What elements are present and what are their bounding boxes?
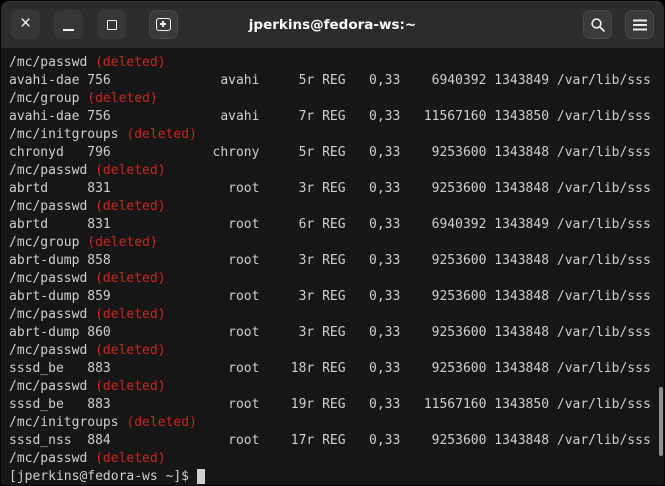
terminal-line: avahi-dae 756 avahi 5r REG 0,33 6940392 … <box>9 72 664 90</box>
terminal-line: abrtd 831 root 6r REG 0,33 6940392 13438… <box>9 216 664 234</box>
terminal-line-wrap: /mc/initgroups (deleted) <box>9 126 664 144</box>
deleted-text: (deleted) <box>95 343 166 358</box>
deleted-text: (deleted) <box>95 451 166 466</box>
line-text: /mc/passwd <box>9 307 96 322</box>
line-text: /mc/passwd <box>9 271 96 286</box>
deleted-text: (deleted) <box>126 415 197 430</box>
terminal-line: sssd_be 883 root 18r REG 0,33 9253600 13… <box>9 360 664 378</box>
line-text: /mc/passwd <box>9 163 96 178</box>
terminal-line-wrap: /mc/passwd (deleted) <box>9 54 664 72</box>
terminal-line-wrap: /mc/initgroups (deleted) <box>9 414 664 432</box>
terminal-line-wrap: /mc/passwd (deleted) <box>9 198 664 216</box>
hamburger-menu-icon <box>632 23 647 26</box>
line-text: sssd_be 883 root 19r REG 0,33 11567160 1… <box>9 397 651 412</box>
minimize-button[interactable] <box>54 10 83 39</box>
terminal-window: × jperkins@fedora-ws:~ /mc/passwd (delet… <box>0 0 665 486</box>
terminal-line-wrap: /mc/passwd (deleted) <box>9 306 664 324</box>
deleted-text: (deleted) <box>95 55 166 70</box>
line-text: avahi-dae 756 avahi 5r REG 0,33 6940392 … <box>9 73 651 88</box>
close-button[interactable]: × <box>11 10 40 39</box>
line-text: chronyd 796 chrony 5r REG 0,33 9253600 1… <box>9 145 651 160</box>
deleted-text: (deleted) <box>95 271 166 286</box>
line-text: sssd_be 883 root 18r REG 0,33 9253600 13… <box>9 361 651 376</box>
prompt-line: [jperkins@fedora-ws ~]$ <box>9 468 664 485</box>
maximize-icon <box>106 19 117 30</box>
line-text: /mc/initgroups <box>9 127 127 142</box>
terminal-cursor <box>196 469 205 484</box>
terminal-line-wrap: /mc/passwd (deleted) <box>9 270 664 288</box>
new-tab-button[interactable] <box>149 10 178 39</box>
terminal-output: /mc/passwd (deleted) avahi-dae 756 avahi … <box>9 54 664 468</box>
terminal-line: abrt-dump 859 root 3r REG 0,33 9253600 1… <box>9 288 664 306</box>
close-icon: × <box>19 13 32 34</box>
line-text: abrtd 831 root 6r REG 0,33 6940392 13438… <box>9 217 651 232</box>
titlebar-left-controls: × <box>11 10 178 39</box>
titlebar-right-controls <box>583 10 654 39</box>
line-text: /mc/passwd <box>9 55 96 70</box>
deleted-text: (deleted) <box>87 91 158 106</box>
deleted-text: (deleted) <box>95 307 166 322</box>
titlebar[interactable]: × jperkins@fedora-ws:~ <box>1 1 664 49</box>
deleted-text: (deleted) <box>87 235 158 250</box>
window-title: jperkins@fedora-ws:~ <box>248 16 417 33</box>
terminal-line-wrap: /mc/group (deleted) <box>9 90 664 108</box>
terminal-line-wrap: /mc/passwd (deleted) <box>9 450 664 468</box>
terminal-line: avahi-dae 756 avahi 7r REG 0,33 11567160… <box>9 108 664 126</box>
line-text: /mc/passwd <box>9 451 96 466</box>
prompt-text: [jperkins@fedora-ws ~]$ <box>9 469 197 484</box>
line-text: /mc/passwd <box>9 343 96 358</box>
terminal-body[interactable]: /mc/passwd (deleted) avahi-dae 756 avahi … <box>1 49 664 485</box>
line-text: /mc/initgroups <box>9 415 127 430</box>
terminal-line: sssd_nss 884 root 17r REG 0,33 9253600 1… <box>9 432 664 450</box>
search-icon <box>590 17 605 32</box>
line-text: /mc/group <box>9 91 88 106</box>
terminal-line-wrap: /mc/passwd (deleted) <box>9 342 664 360</box>
terminal-line: abrt-dump 860 root 3r REG 0,33 9253600 1… <box>9 324 664 342</box>
terminal-line: abrt-dump 858 root 3r REG 0,33 9253600 1… <box>9 252 664 270</box>
line-text: abrt-dump 859 root 3r REG 0,33 9253600 1… <box>9 289 651 304</box>
terminal-line: chronyd 796 chrony 5r REG 0,33 9253600 1… <box>9 144 664 162</box>
line-text: abrt-dump 860 root 3r REG 0,33 9253600 1… <box>9 325 651 340</box>
line-text: /mc/passwd <box>9 199 96 214</box>
search-button[interactable] <box>583 10 612 39</box>
maximize-button[interactable] <box>97 10 126 39</box>
line-text: /mc/group <box>9 235 88 250</box>
line-text: avahi-dae 756 avahi 7r REG 0,33 11567160… <box>9 109 651 124</box>
deleted-text: (deleted) <box>95 199 166 214</box>
terminal-line-wrap: /mc/passwd (deleted) <box>9 162 664 180</box>
deleted-text: (deleted) <box>95 163 166 178</box>
terminal-line: sssd_be 883 root 19r REG 0,33 11567160 1… <box>9 396 664 414</box>
new-tab-icon <box>156 18 171 31</box>
scrollbar-thumb[interactable] <box>659 387 663 456</box>
terminal-line-wrap: /mc/group (deleted) <box>9 234 664 252</box>
line-text: sssd_nss 884 root 17r REG 0,33 9253600 1… <box>9 433 651 448</box>
terminal-line-wrap: /mc/passwd (deleted) <box>9 378 664 396</box>
deleted-text: (deleted) <box>126 127 197 142</box>
deleted-text: (deleted) <box>95 379 166 394</box>
terminal-line: abrtd 831 root 3r REG 0,33 9253600 13438… <box>9 180 664 198</box>
line-text: abrt-dump 858 root 3r REG 0,33 9253600 1… <box>9 253 651 268</box>
minimize-icon <box>63 28 74 31</box>
line-text: abrtd 831 root 3r REG 0,33 9253600 13438… <box>9 181 651 196</box>
menu-button[interactable] <box>625 10 654 39</box>
line-text: /mc/passwd <box>9 379 96 394</box>
